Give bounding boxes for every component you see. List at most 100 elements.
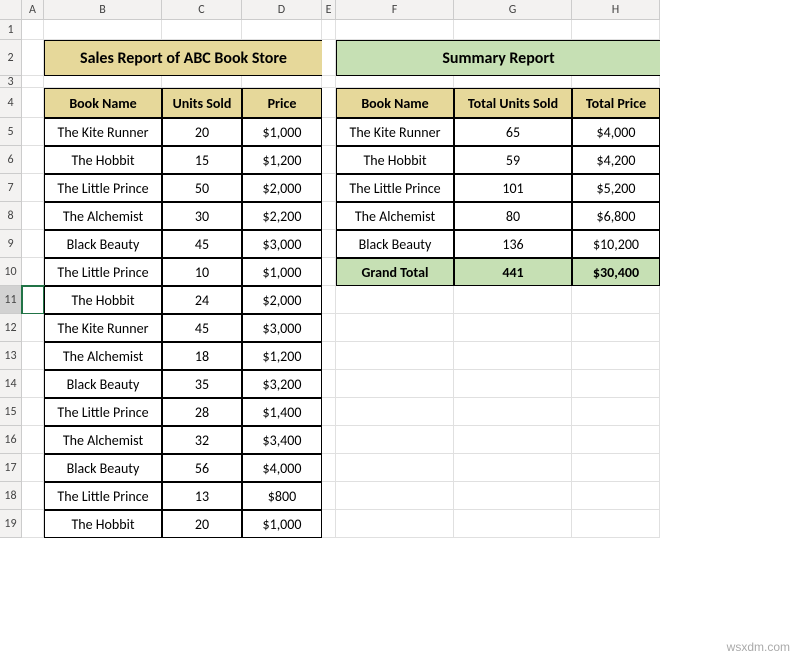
cell-C11[interactable]: 24 bbox=[162, 286, 242, 314]
cell-F1[interactable] bbox=[336, 20, 454, 40]
cell-B12[interactable]: The Kite Runner bbox=[44, 314, 162, 342]
cell-B9[interactable]: Black Beauty bbox=[44, 230, 162, 258]
cell-A3[interactable] bbox=[22, 76, 44, 88]
cell-B18[interactable]: The Little Prince bbox=[44, 482, 162, 510]
cell-D5[interactable]: $1,000 bbox=[242, 118, 322, 146]
cell-G16[interactable] bbox=[454, 426, 572, 454]
cell-F17[interactable] bbox=[336, 454, 454, 482]
cell-A18[interactable] bbox=[22, 482, 44, 510]
cell-G5[interactable]: 65 bbox=[454, 118, 572, 146]
sales-report-title[interactable]: Sales Report of ABC Book Store bbox=[44, 40, 322, 76]
cell-F11[interactable] bbox=[336, 286, 454, 314]
cell-C10[interactable]: 10 bbox=[162, 258, 242, 286]
cell-C19[interactable]: 20 bbox=[162, 510, 242, 538]
row-header-18[interactable]: 18 bbox=[0, 482, 22, 510]
row-header-16[interactable]: 16 bbox=[0, 426, 22, 454]
cell-E10[interactable] bbox=[322, 258, 336, 286]
cell-E15[interactable] bbox=[322, 398, 336, 426]
cell-F14[interactable] bbox=[336, 370, 454, 398]
cell-E7[interactable] bbox=[322, 174, 336, 202]
cell-C9[interactable]: 45 bbox=[162, 230, 242, 258]
cell-D3[interactable] bbox=[242, 76, 322, 88]
cell-H6[interactable]: $4,200 bbox=[572, 146, 660, 174]
cell-B10[interactable]: The Little Prince bbox=[44, 258, 162, 286]
cell-A11[interactable] bbox=[22, 286, 44, 314]
cell-D8[interactable]: $2,200 bbox=[242, 202, 322, 230]
col-header-B[interactable]: B bbox=[44, 0, 162, 20]
cell-H15[interactable] bbox=[572, 398, 660, 426]
cell-F3[interactable] bbox=[336, 76, 454, 88]
cell-F7[interactable]: The Little Prince bbox=[336, 174, 454, 202]
select-all-corner[interactable] bbox=[0, 0, 22, 20]
col-header-G[interactable]: G bbox=[454, 0, 572, 20]
grand-total-label[interactable]: Grand Total bbox=[336, 258, 454, 286]
cell-E3[interactable] bbox=[322, 76, 336, 88]
grand-total-price[interactable]: $30,400 bbox=[572, 258, 660, 286]
cell-C12[interactable]: 45 bbox=[162, 314, 242, 342]
cell-F6[interactable]: The Hobbit bbox=[336, 146, 454, 174]
cell-B11[interactable]: The Hobbit bbox=[44, 286, 162, 314]
grand-total-units[interactable]: 441 bbox=[454, 258, 572, 286]
row-header-1[interactable]: 1 bbox=[0, 20, 22, 40]
header-price[interactable]: Price bbox=[242, 88, 322, 118]
cell-D17[interactable]: $4,000 bbox=[242, 454, 322, 482]
summary-report-title[interactable]: Summary Report bbox=[336, 40, 660, 76]
cell-G18[interactable] bbox=[454, 482, 572, 510]
col-header-E[interactable]: E bbox=[322, 0, 336, 20]
cell-B7[interactable]: The Little Prince bbox=[44, 174, 162, 202]
cell-E5[interactable] bbox=[322, 118, 336, 146]
cell-H1[interactable] bbox=[572, 20, 660, 40]
grid[interactable]: A B C D E F G H 1 2 Sales Report of ABC … bbox=[0, 0, 800, 538]
col-header-H[interactable]: H bbox=[572, 0, 660, 20]
cell-E2[interactable] bbox=[322, 40, 336, 76]
row-header-11[interactable]: 11 bbox=[0, 286, 22, 314]
cell-C17[interactable]: 56 bbox=[162, 454, 242, 482]
row-header-2[interactable]: 2 bbox=[0, 40, 22, 76]
header-total-units[interactable]: Total Units Sold bbox=[454, 88, 572, 118]
cell-A5[interactable] bbox=[22, 118, 44, 146]
cell-A19[interactable] bbox=[22, 510, 44, 538]
cell-H14[interactable] bbox=[572, 370, 660, 398]
cell-E19[interactable] bbox=[322, 510, 336, 538]
cell-E18[interactable] bbox=[322, 482, 336, 510]
cell-H8[interactable]: $6,800 bbox=[572, 202, 660, 230]
cell-F12[interactable] bbox=[336, 314, 454, 342]
row-header-13[interactable]: 13 bbox=[0, 342, 22, 370]
header-summary-book-name[interactable]: Book Name bbox=[336, 88, 454, 118]
cell-E11[interactable] bbox=[322, 286, 336, 314]
cell-F8[interactable]: The Alchemist bbox=[336, 202, 454, 230]
row-header-12[interactable]: 12 bbox=[0, 314, 22, 342]
cell-D11[interactable]: $2,000 bbox=[242, 286, 322, 314]
cell-C6[interactable]: 15 bbox=[162, 146, 242, 174]
cell-C3[interactable] bbox=[162, 76, 242, 88]
cell-G11[interactable] bbox=[454, 286, 572, 314]
cell-E14[interactable] bbox=[322, 370, 336, 398]
cell-D1[interactable] bbox=[242, 20, 322, 40]
cell-D16[interactable]: $3,400 bbox=[242, 426, 322, 454]
col-header-C[interactable]: C bbox=[162, 0, 242, 20]
cell-A17[interactable] bbox=[22, 454, 44, 482]
cell-A6[interactable] bbox=[22, 146, 44, 174]
cell-G9[interactable]: 136 bbox=[454, 230, 572, 258]
cell-G14[interactable] bbox=[454, 370, 572, 398]
cell-G12[interactable] bbox=[454, 314, 572, 342]
cell-B14[interactable]: Black Beauty bbox=[44, 370, 162, 398]
cell-D15[interactable]: $1,400 bbox=[242, 398, 322, 426]
cell-G8[interactable]: 80 bbox=[454, 202, 572, 230]
cell-C5[interactable]: 20 bbox=[162, 118, 242, 146]
cell-H9[interactable]: $10,200 bbox=[572, 230, 660, 258]
row-header-10[interactable]: 10 bbox=[0, 258, 22, 286]
row-header-3[interactable]: 3 bbox=[0, 76, 22, 88]
cell-F13[interactable] bbox=[336, 342, 454, 370]
cell-C16[interactable]: 32 bbox=[162, 426, 242, 454]
cell-G17[interactable] bbox=[454, 454, 572, 482]
row-header-9[interactable]: 9 bbox=[0, 230, 22, 258]
cell-H3[interactable] bbox=[572, 76, 660, 88]
cell-D14[interactable]: $3,200 bbox=[242, 370, 322, 398]
cell-C18[interactable]: 13 bbox=[162, 482, 242, 510]
cell-H13[interactable] bbox=[572, 342, 660, 370]
cell-H12[interactable] bbox=[572, 314, 660, 342]
cell-A13[interactable] bbox=[22, 342, 44, 370]
cell-E12[interactable] bbox=[322, 314, 336, 342]
row-header-19[interactable]: 19 bbox=[0, 510, 22, 538]
